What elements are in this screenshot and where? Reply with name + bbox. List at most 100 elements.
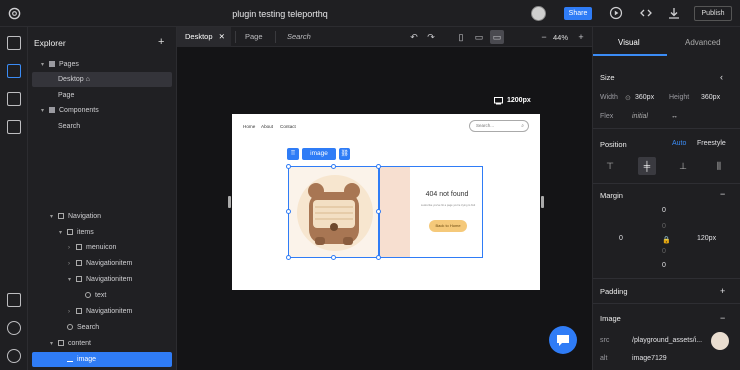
- zoom-in-button[interactable]: +: [574, 30, 588, 44]
- undo-icon[interactable]: ↶: [407, 30, 421, 44]
- avatar[interactable]: [531, 6, 546, 21]
- nav-link-about[interactable]: About: [261, 124, 273, 129]
- add-page-button[interactable]: +: [158, 36, 164, 48]
- publish-button[interactable]: Publish: [694, 6, 732, 21]
- chat-button[interactable]: [549, 326, 577, 354]
- selected-element-badge[interactable]: image: [302, 148, 336, 160]
- image-thumbnail[interactable]: [711, 332, 729, 350]
- tree-item[interactable]: › Navigationitem: [32, 304, 172, 319]
- content-element[interactable]: 404 not found Looks like you've hit a pa…: [379, 166, 483, 258]
- download-icon[interactable]: [666, 6, 682, 22]
- margin-top-input[interactable]: 0: [662, 207, 666, 214]
- position-auto-toggle[interactable]: Auto: [672, 140, 686, 147]
- close-icon[interactable]: ✕: [219, 32, 225, 41]
- selection-handle[interactable]: [286, 164, 291, 169]
- tab-advanced[interactable]: Advanced: [685, 38, 721, 47]
- tree-item[interactable]: ▾ Pages: [32, 57, 172, 72]
- tab-visual[interactable]: Visual: [618, 38, 640, 47]
- expand-arrows-icon[interactable]: ↔: [671, 113, 678, 120]
- tab-search[interactable]: Search: [279, 27, 335, 47]
- width-input[interactable]: 360px: [635, 94, 654, 101]
- resize-handle-left[interactable]: [228, 196, 231, 208]
- chevron-right-icon[interactable]: ›: [68, 257, 76, 272]
- share-button[interactable]: Share: [564, 7, 592, 20]
- link-aspect-icon[interactable]: ⊙: [625, 94, 631, 102]
- docs-icon[interactable]: [7, 293, 21, 307]
- alt-input[interactable]: image7129: [632, 355, 667, 362]
- image-element[interactable]: [288, 166, 379, 258]
- margin-collapse-icon[interactable]: −: [720, 189, 725, 199]
- tablet-viewport-icon[interactable]: ▭: [472, 30, 486, 44]
- tree-item[interactable]: Desktop ⌂: [32, 72, 172, 87]
- play-icon[interactable]: [608, 6, 624, 22]
- desktop-viewport-icon[interactable]: ▭: [490, 30, 504, 44]
- tree-item[interactable]: ▾ content: [32, 336, 172, 351]
- resize-handle-right[interactable]: [541, 196, 544, 208]
- redo-icon[interactable]: ↷: [424, 30, 438, 44]
- selection-handle[interactable]: [286, 255, 291, 260]
- add-icon[interactable]: [7, 36, 21, 50]
- selection-handle[interactable]: [331, 164, 336, 169]
- chevron-down-icon[interactable]: ▾: [41, 58, 49, 73]
- tree-item[interactable]: › menuicon: [32, 240, 172, 255]
- margin-right-input[interactable]: 120px: [697, 235, 716, 242]
- align-center-icon[interactable]: ╪: [638, 157, 656, 175]
- dot-icon: [67, 324, 73, 331]
- link-icon[interactable]: ⛓: [339, 148, 350, 160]
- layers-icon[interactable]: [7, 64, 21, 78]
- tree-item[interactable]: ▾ Components: [32, 103, 172, 118]
- tree-item[interactable]: ▾ Navigationitem: [32, 272, 172, 287]
- lock-icon[interactable]: 🔒: [662, 236, 671, 244]
- chevron-down-icon[interactable]: ▾: [68, 273, 76, 288]
- chevron-down-icon[interactable]: ▾: [41, 104, 49, 119]
- chevron-down-icon[interactable]: ▾: [50, 337, 58, 352]
- zoom-level[interactable]: 44%: [553, 33, 568, 42]
- align-stretch-icon[interactable]: ⫼: [710, 157, 728, 175]
- back-home-button[interactable]: Back to Home: [429, 220, 467, 232]
- chevron-right-icon[interactable]: ›: [68, 305, 76, 320]
- help-icon[interactable]: [7, 349, 21, 363]
- tree-item-label: text: [95, 292, 107, 299]
- drag-handle-icon[interactable]: ⠿: [287, 148, 299, 160]
- selection-handle[interactable]: [331, 255, 336, 260]
- tree-item[interactable]: ▾ items: [32, 225, 172, 240]
- margin-left-input[interactable]: 0: [619, 235, 623, 242]
- zoom-out-button[interactable]: −: [537, 30, 551, 44]
- tab-desktop[interactable]: Desktop ✕: [177, 27, 231, 47]
- tree-item[interactable]: text: [32, 288, 172, 303]
- selection-handle[interactable]: [376, 164, 381, 169]
- position-freestyle-toggle[interactable]: Freestyle: [697, 140, 726, 147]
- page-preview[interactable]: Home About Contact Search... ⌕ 404 not fo…: [232, 114, 540, 290]
- chevron-down-icon[interactable]: ▾: [59, 226, 67, 241]
- align-top-icon[interactable]: ⊤: [601, 157, 619, 175]
- height-input[interactable]: 360px: [701, 94, 720, 101]
- mobile-viewport-icon[interactable]: ▯: [454, 30, 468, 44]
- padding-add-icon[interactable]: +: [720, 286, 725, 296]
- tree-item[interactable]: Page: [32, 88, 172, 103]
- css-icon[interactable]: [7, 92, 21, 106]
- selection-handle[interactable]: [376, 209, 381, 214]
- flex-input[interactable]: initial: [632, 113, 648, 120]
- discord-icon[interactable]: [7, 321, 21, 335]
- tree-item[interactable]: image: [32, 352, 172, 367]
- chevron-down-icon[interactable]: ▾: [50, 210, 58, 225]
- selection-handle[interactable]: [376, 255, 381, 260]
- selection-handle[interactable]: [286, 209, 291, 214]
- tree-item[interactable]: Search: [32, 320, 172, 335]
- preview-search-input[interactable]: Search... ⌕: [469, 120, 529, 132]
- nav-link-home[interactable]: Home: [243, 124, 255, 129]
- align-bottom-icon[interactable]: ⊥: [674, 157, 692, 175]
- tree-item[interactable]: Search: [32, 119, 172, 134]
- src-input[interactable]: /playground_assets/i...: [632, 337, 702, 344]
- margin-bottom-input[interactable]: 0: [662, 262, 666, 269]
- margin-center-value: 0: [662, 223, 666, 230]
- code-icon[interactable]: [638, 6, 654, 22]
- size-section-title: Size: [600, 73, 615, 82]
- chevron-right-icon[interactable]: ›: [68, 241, 76, 256]
- tree-item[interactable]: ▾ Navigation: [32, 209, 172, 224]
- tree-item[interactable]: › Navigationitem: [32, 256, 172, 271]
- nav-link-contact[interactable]: Contact: [280, 124, 296, 129]
- image-collapse-icon[interactable]: −: [720, 313, 725, 323]
- collapse-chevron-icon[interactable]: ‹: [720, 72, 723, 82]
- image-icon[interactable]: [7, 120, 21, 134]
